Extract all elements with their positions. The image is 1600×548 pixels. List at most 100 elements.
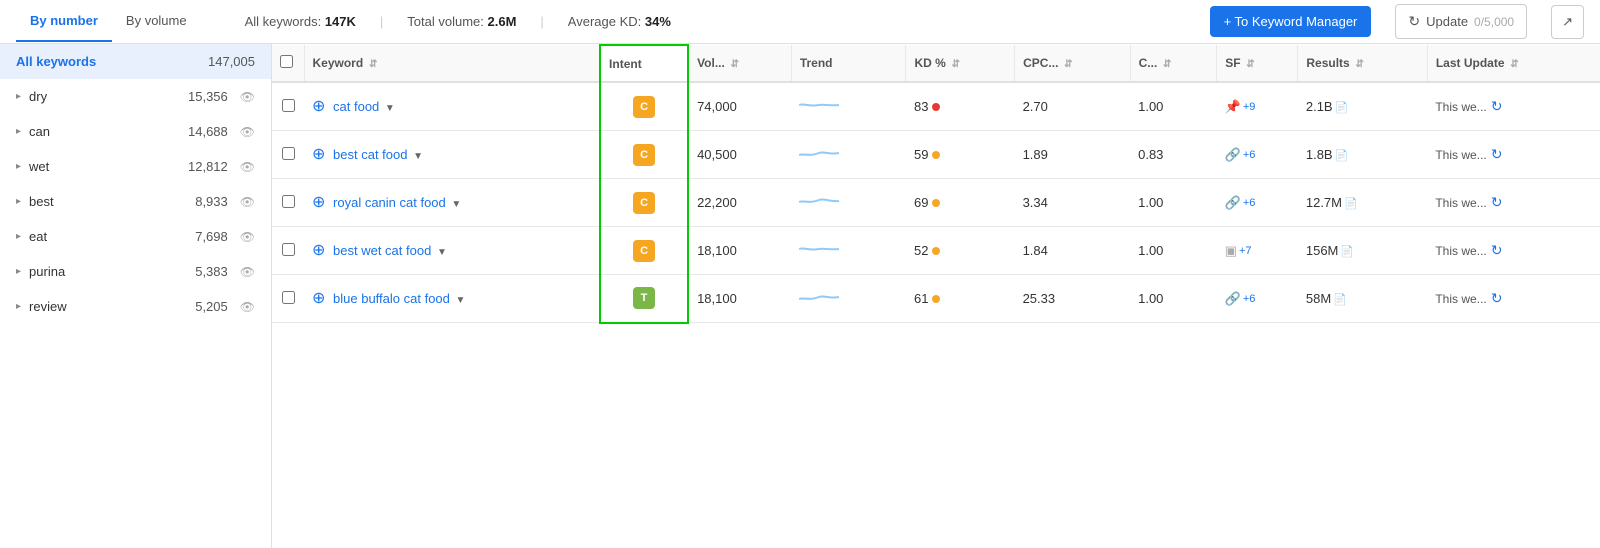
dropdown-arrow-icon[interactable]: ▼ [385,103,395,114]
sidebar-item-label: dry [29,89,47,104]
col-header-com[interactable]: C... ⇵ [1130,45,1217,82]
sidebar-item-count: 15,356 [188,89,228,104]
intent-badge: T [633,287,655,309]
results-value: 156M [1306,243,1339,258]
sf-cell: 🔗+6 [1217,179,1298,227]
kd-cell: 83 [906,82,1015,131]
results-value: 58M [1306,291,1331,306]
last-update-cell: This we...↻ [1427,179,1600,227]
refresh-row-icon[interactable]: ↻ [1491,290,1503,306]
results-cell: 58M📄 [1298,275,1427,323]
sidebar-item-eat[interactable]: ▸ eat 7,698 👁 [0,219,271,254]
tab-by-number[interactable]: By number [16,1,112,42]
sidebar-item-purina[interactable]: ▸ purina 5,383 👁 [0,254,271,289]
intent-badge: C [633,144,655,166]
sf-cell: 🔗+6 [1217,275,1298,323]
sidebar-item-dry[interactable]: ▸ dry 15,356 👁 [0,79,271,114]
results-value: 12.7M [1306,195,1342,210]
sidebar-item-review[interactable]: ▸ review 5,205 👁 [0,289,271,324]
results-cell: 12.7M📄 [1298,179,1427,227]
last-update-cell: This we...↻ [1427,131,1600,179]
keyword-link[interactable]: blue buffalo cat food [333,291,450,306]
col-header-cpc[interactable]: CPC... ⇵ [1015,45,1131,82]
add-keyword-button[interactable]: ⊕ [312,147,325,163]
trend-sparkline [799,93,849,117]
refresh-row-icon[interactable]: ↻ [1491,146,1503,162]
doc-icon: 📄 [1340,246,1354,258]
chevron-icon: ▸ [16,91,21,102]
keyword-link[interactable]: cat food [333,99,379,114]
link-icon: 🔗 [1225,291,1241,307]
dropdown-arrow-icon[interactable]: ▼ [437,247,447,258]
col-header-sf[interactable]: SF ⇵ [1217,45,1298,82]
dropdown-arrow-icon[interactable]: ▼ [456,295,466,306]
sort-icon: ⇵ [949,59,960,70]
tab-by-volume[interactable]: By volume [112,1,201,42]
row-checkbox[interactable] [282,291,295,304]
dropdown-arrow-icon[interactable]: ▼ [413,151,423,162]
kd-indicator [932,247,940,255]
sidebar-item-label: eat [29,229,47,244]
sidebar: All keywords 147,005 ▸ dry 15,356 👁 ▸ ca… [0,44,272,548]
sidebar-item-label: All keywords [16,54,96,69]
refresh-row-icon[interactable]: ↻ [1491,242,1503,258]
sidebar-item-count: 8,933 [195,194,228,209]
kd-cell: 52 [906,227,1015,275]
add-keyword-button[interactable]: ⊕ [312,291,325,307]
cpc-cell: 2.70 [1015,82,1131,131]
chevron-icon: ▸ [16,266,21,277]
refresh-row-icon[interactable]: ↻ [1491,194,1503,210]
keyword-link[interactable]: royal canin cat food [333,195,446,210]
col-header-keyword[interactable]: Keyword ⇵ [304,45,600,82]
com-cell: 1.00 [1130,82,1217,131]
cpc-cell: 25.33 [1015,275,1131,323]
kd-value: 61 [914,291,928,306]
col-header-lastupdate[interactable]: Last Update ⇵ [1427,45,1600,82]
sidebar-item-can[interactable]: ▸ can 14,688 👁 [0,114,271,149]
sf-count: +6 [1243,149,1256,161]
last-update-cell: This we...↻ [1427,227,1600,275]
eye-icon: 👁 [240,90,255,104]
trend-sparkline [799,237,849,261]
col-header-volume[interactable]: Vol... ⇵ [688,45,791,82]
sf-count: +7 [1239,245,1252,257]
row-checkbox[interactable] [282,243,295,256]
sidebar-item-count: 147,005 [208,54,255,69]
kd-value: 59 [914,147,928,162]
sort-icon: ⇵ [1508,59,1519,70]
add-keyword-button[interactable]: ⊕ [312,195,325,211]
trend-sparkline [799,141,849,165]
select-all-checkbox[interactable] [280,55,293,68]
row-checkbox[interactable] [282,99,295,112]
sidebar-item-best[interactable]: ▸ best 8,933 👁 [0,184,271,219]
table-row: ⊕ royal canin cat food ▼ C22,200693.341.… [272,179,1600,227]
row-checkbox[interactable] [282,195,295,208]
table-row: ⊕ best wet cat food ▼ C18,100521.841.00▣… [272,227,1600,275]
cpc-cell: 1.89 [1015,131,1131,179]
trend-cell [791,131,906,179]
table-area: Keyword ⇵IntentVol... ⇵TrendKD % ⇵CPC...… [272,44,1600,548]
sidebar-item-count: 14,688 [188,124,228,139]
kd-value: 83 [914,99,928,114]
add-keyword-button[interactable]: ⊕ [312,99,325,115]
sidebar-item-wet[interactable]: ▸ wet 12,812 👁 [0,149,271,184]
share-button[interactable]: ↗ [1551,5,1584,39]
table-row: ⊕ best cat food ▼ C40,500591.890.83🔗+61.… [272,131,1600,179]
row-checkbox[interactable] [282,147,295,160]
keyword-manager-button[interactable]: + To Keyword Manager [1210,6,1372,37]
dropdown-arrow-icon[interactable]: ▼ [451,199,461,210]
add-keyword-button[interactable]: ⊕ [312,243,325,259]
refresh-row-icon[interactable]: ↻ [1491,98,1503,114]
col-header-intent: Intent [600,45,688,82]
eye-icon: 👁 [240,265,255,279]
eye-icon: 👁 [240,300,255,314]
kd-indicator [932,151,940,159]
sidebar-item-all-keywords[interactable]: All keywords 147,005 [0,44,271,79]
sidebar-item-count: 7,698 [195,229,228,244]
keyword-link[interactable]: best cat food [333,147,407,162]
update-button[interactable]: ↻ Update 0/5,000 [1395,4,1527,39]
keyword-link[interactable]: best wet cat food [333,243,431,258]
col-header-results[interactable]: Results ⇵ [1298,45,1427,82]
kd-cell: 69 [906,179,1015,227]
col-header-kd[interactable]: KD % ⇵ [906,45,1015,82]
